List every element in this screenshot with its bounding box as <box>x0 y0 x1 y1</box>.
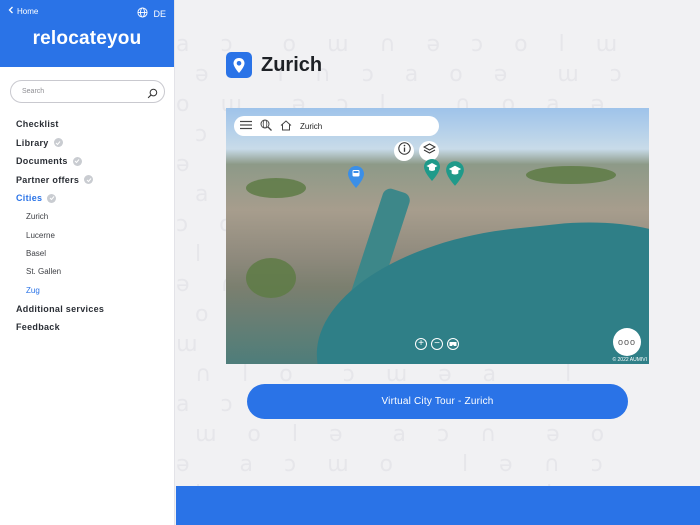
relocateyou-logo: relocateyou <box>32 28 142 49</box>
city-item-lucerne[interactable]: Lucerne <box>16 226 104 244</box>
virtual-city-tour-button[interactable]: Virtual City Tour - Zurich <box>247 384 628 419</box>
menu-item-label: Cities <box>16 193 43 204</box>
more-options-button[interactable]: ooo <box>613 328 641 356</box>
menu-item-checklist[interactable]: Checklist <box>16 115 104 134</box>
hamburger-menu-icon[interactable] <box>240 120 252 132</box>
map-pin-icon <box>226 52 252 78</box>
map-lake <box>305 206 649 364</box>
main-content: a ɔ o ɯ ∩ ə ɔ o l ɯ ə l ∩ ɔ a o ə ɯ ɔ o … <box>176 0 700 525</box>
map-copyright: © 2022 AUMIVI <box>612 357 647 363</box>
city-item-zug[interactable]: Zug <box>16 281 104 299</box>
map-location-label: Zurich <box>300 121 323 131</box>
check-icon <box>47 193 57 203</box>
globe-search-icon[interactable] <box>260 119 272 133</box>
menu-item-label: Additional services <box>16 303 105 314</box>
menu-item-documents[interactable]: Documents <box>16 152 104 171</box>
menu-item-library[interactable]: Library <box>16 134 104 153</box>
main-menu: Checklist Library Documents Partner offe… <box>16 115 104 336</box>
footer-bar <box>176 486 700 525</box>
info-icon <box>397 142 411 160</box>
city-item-zurich[interactable]: Zurich <box>16 208 104 226</box>
zoom-in-icon[interactable]: + <box>415 338 427 350</box>
menu-item-label: Checklist <box>16 119 59 130</box>
menu-item-additional-services[interactable]: Additional services <box>16 299 104 318</box>
university-pin-icon[interactable] <box>423 158 441 187</box>
check-icon <box>72 156 82 166</box>
globe-icon <box>137 7 149 20</box>
map-terrain <box>246 258 296 298</box>
language-label: DE <box>153 8 166 19</box>
sidebar: Home DE relocateyou Search Checklist Lib… <box>0 0 175 525</box>
menu-item-partner-offers[interactable]: Partner offers <box>16 171 104 190</box>
zoom-out-icon[interactable]: − <box>431 338 443 350</box>
menu-item-cities[interactable]: Cities <box>16 189 104 208</box>
chevron-left-icon <box>8 6 14 16</box>
page-title: Zurich <box>261 53 323 76</box>
school-pin-icon[interactable] <box>445 160 465 192</box>
train-station-pin-icon[interactable] <box>347 165 365 194</box>
home-icon[interactable] <box>280 119 292 133</box>
virtual-tour-map[interactable]: Zurich + − ooo © 2022 AUMIVI <box>226 108 649 364</box>
menu-item-label: Feedback <box>16 322 60 333</box>
vr-mode-icon[interactable] <box>447 338 459 350</box>
menu-item-label: Partner offers <box>16 174 80 185</box>
menu-item-feedback[interactable]: Feedback <box>16 318 104 337</box>
sidebar-header: Home DE relocateyou <box>0 0 174 67</box>
city-item-st-gallen[interactable]: St. Gallen <box>16 263 104 281</box>
more-dots-icon: ooo <box>617 337 637 347</box>
info-button[interactable] <box>394 141 414 161</box>
page-title-row: Zurich <box>226 52 322 78</box>
menu-item-label: Library <box>16 137 49 148</box>
home-link-label: Home <box>17 6 39 16</box>
search-icon[interactable] <box>147 86 158 104</box>
check-icon <box>84 175 94 185</box>
language-switch[interactable]: DE <box>137 7 166 20</box>
map-terrain <box>526 166 616 184</box>
search-field[interactable]: Search <box>10 80 165 103</box>
map-search-bar[interactable]: Zurich <box>234 116 439 136</box>
check-icon <box>53 138 63 148</box>
city-item-basel[interactable]: Basel <box>16 244 104 262</box>
menu-item-label: Documents <box>16 156 68 167</box>
home-link[interactable]: Home <box>8 6 38 16</box>
map-terrain <box>246 178 306 198</box>
search-placeholder: Search <box>22 88 45 95</box>
